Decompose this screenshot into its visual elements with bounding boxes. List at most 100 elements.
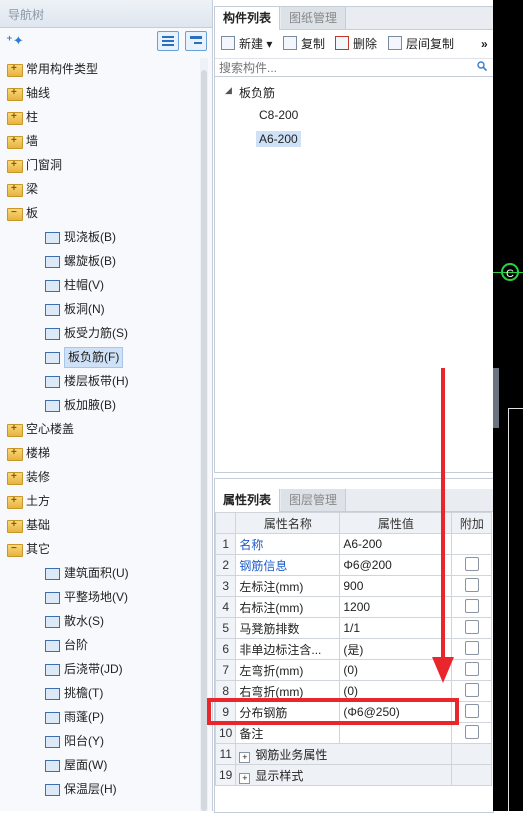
tree-item[interactable]: 板受力筋(S) (0, 322, 200, 344)
tree-item[interactable]: 后浇带(JD) (0, 658, 200, 680)
property-value[interactable]: 1200 (339, 596, 453, 618)
component-icon (44, 398, 60, 412)
tree-item[interactable]: 保温层(H) (0, 778, 200, 800)
extra-checkbox[interactable] (464, 598, 479, 613)
tree-folder[interactable]: 其它 (0, 538, 200, 560)
delete-icon (335, 36, 349, 50)
tree-folder[interactable]: 空心楼盖 (0, 418, 200, 440)
tree-folder[interactable]: 轴线 (0, 82, 200, 104)
tree-label: 保温层(H) (64, 782, 117, 796)
tree-item[interactable]: 现浇板(B) (0, 226, 200, 248)
folder-icon (6, 82, 23, 104)
tree-folder[interactable]: 门窗洞 (0, 154, 200, 176)
component-item-a6-200[interactable]: A6-200 (256, 131, 301, 147)
property-extra (451, 617, 493, 639)
tree-item[interactable]: 板洞(N) (0, 298, 200, 320)
property-name: 左标注(mm) (235, 575, 341, 597)
expand-icon[interactable]: + (239, 751, 251, 763)
property-row[interactable]: 2 钢筋信息 Φ6@200 (214, 554, 493, 576)
extra-checkbox[interactable] (464, 661, 479, 676)
folder-icon (6, 466, 23, 488)
tree-item[interactable]: 柱帽(V) (0, 274, 200, 296)
add-node-icon[interactable]: ⁺✦ (6, 33, 24, 49)
expand-icon[interactable]: + (239, 772, 251, 784)
tree-view-button[interactable] (185, 31, 207, 51)
search-icon[interactable] (477, 61, 487, 71)
property-value[interactable] (339, 722, 453, 744)
component-tree-root[interactable]: 板负筋 (239, 84, 275, 101)
tab-drawing-management[interactable]: 图纸管理 (281, 7, 347, 29)
tree-folder[interactable]: 土方 (0, 490, 200, 512)
tree-label: 板受力筋(S) (64, 326, 128, 340)
folder-icon (6, 178, 23, 200)
tree-folder[interactable]: 墙 (0, 130, 200, 152)
property-group-row[interactable]: 11 + 钢筋业务属性 (214, 743, 493, 765)
extra-checkbox[interactable] (464, 577, 479, 592)
property-row[interactable]: 1 名称 A6-200 (214, 533, 493, 555)
tree-item[interactable]: 板负筋(F) (0, 346, 200, 368)
tree-label: 装修 (26, 470, 51, 484)
component-icon (44, 662, 60, 676)
tree-folder[interactable]: 梁 (0, 178, 200, 200)
property-row[interactable]: 10 备注 (214, 722, 493, 744)
property-value[interactable]: 1/1 (339, 617, 453, 639)
tree-folder[interactable]: 楼梯 (0, 442, 200, 464)
tree-label: 楼梯 (26, 446, 51, 460)
property-row[interactable]: 4 右标注(mm) 1200 (214, 596, 493, 618)
extra-checkbox[interactable] (464, 682, 479, 697)
tab-layer-management[interactable]: 图层管理 (281, 489, 347, 511)
extra-checkbox[interactable] (464, 556, 479, 571)
tree-folder[interactable]: 柱 (0, 106, 200, 128)
tree-item[interactable]: 挑檐(T) (0, 682, 200, 704)
tree-folder[interactable]: 板 (0, 202, 200, 224)
row-index: 11 (214, 743, 237, 765)
tree-folder[interactable]: 装修 (0, 466, 200, 488)
property-extra (451, 638, 493, 660)
extra-checkbox[interactable] (464, 703, 479, 718)
list-view-button[interactable] (157, 31, 179, 51)
tree-item[interactable]: 阳台(Y) (0, 730, 200, 752)
component-search-input[interactable] (217, 59, 476, 76)
property-group[interactable]: + 显示样式 (235, 764, 453, 786)
new-button[interactable]: 新建 ▾ (221, 36, 272, 52)
tree-item[interactable]: 散水(S) (0, 610, 200, 632)
tree-item[interactable]: 螺旋板(B) (0, 250, 200, 272)
component-icon (44, 758, 60, 772)
tree-item[interactable]: 楼层板带(H) (0, 370, 200, 392)
tree-label: 墙 (26, 134, 39, 148)
property-group[interactable]: + 钢筋业务属性 (235, 743, 453, 765)
tab-property-list[interactable]: 属性列表 (215, 489, 281, 512)
new-icon (221, 36, 235, 50)
tree-item[interactable]: 屋面(W) (0, 754, 200, 776)
delete-button[interactable]: 删除 (335, 36, 377, 52)
collapse-triangle-icon[interactable]: ◢ (225, 85, 232, 96)
property-row[interactable]: 3 左标注(mm) 900 (214, 575, 493, 597)
tab-component-list[interactable]: 构件列表 (215, 7, 281, 30)
tree-item[interactable]: 平整场地(V) (0, 586, 200, 608)
tree-item[interactable]: 建筑面积(U) (0, 562, 200, 584)
folder-icon (6, 58, 23, 80)
tree-folder[interactable]: 基础 (0, 514, 200, 536)
property-extra (451, 659, 493, 681)
property-group-row[interactable]: 19 + 显示样式 (214, 764, 493, 786)
property-value[interactable]: Φ6@200 (339, 554, 453, 576)
extra-checkbox[interactable] (464, 640, 479, 655)
tree-folder[interactable]: 常用构件类型 (0, 58, 200, 80)
tree-item[interactable]: 雨蓬(P) (0, 706, 200, 728)
property-row[interactable]: 5 马凳筋排数 1/1 (214, 617, 493, 639)
property-value[interactable]: 900 (339, 575, 453, 597)
extra-checkbox[interactable] (464, 619, 479, 634)
row-index: 10 (214, 722, 237, 744)
row-index: 5 (214, 617, 237, 639)
toolbar-overflow-button[interactable]: » (481, 36, 488, 52)
floor-copy-button[interactable]: 层间复制 (388, 36, 454, 52)
tree-item[interactable]: 台阶 (0, 634, 200, 656)
copy-button[interactable]: 复制 (283, 36, 325, 52)
component-icon (44, 374, 60, 388)
component-item-c8-200[interactable]: C8-200 (259, 108, 298, 122)
extra-checkbox[interactable] (464, 724, 479, 739)
panel-splitter-handle[interactable] (493, 368, 499, 428)
tree-item[interactable]: 板加腋(B) (0, 394, 200, 416)
component-icon (44, 566, 60, 580)
property-value[interactable]: A6-200 (339, 533, 453, 555)
